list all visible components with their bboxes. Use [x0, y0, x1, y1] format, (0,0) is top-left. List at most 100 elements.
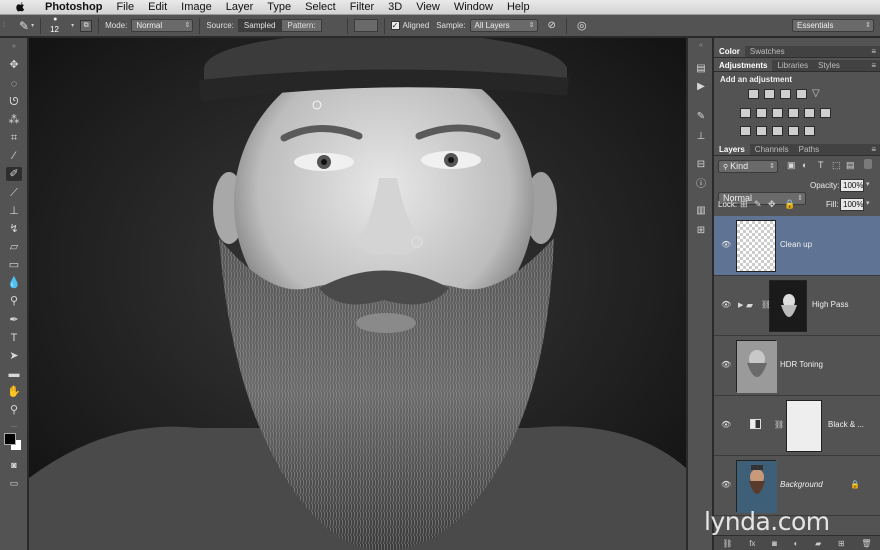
new-group-icon[interactable]: ▰: [815, 539, 821, 548]
crop-tool-icon[interactable]: ⌗: [6, 131, 22, 145]
opacity-input[interactable]: 100%: [840, 179, 864, 192]
quick-select-tool-icon[interactable]: ⁂: [6, 113, 22, 127]
move-tool-icon[interactable]: ✥: [6, 58, 22, 72]
layer-name[interactable]: HDR Toning: [780, 360, 823, 369]
color-lookup-icon[interactable]: [820, 108, 831, 118]
layer-row-hdr-toning[interactable]: 👁 HDR Toning: [714, 336, 880, 396]
panel-menu-icon[interactable]: ≡: [871, 144, 876, 156]
apple-logo-icon[interactable]: [12, 1, 28, 13]
menu-3d[interactable]: 3D: [381, 0, 409, 15]
tab-color[interactable]: Color: [714, 46, 745, 57]
panel-menu-icon[interactable]: ≡: [871, 46, 876, 58]
menu-edit[interactable]: Edit: [141, 0, 174, 15]
filter-adjustment-icon[interactable]: ◐: [802, 160, 807, 170]
brush-tool-icon[interactable]: ⟋: [6, 186, 22, 200]
path-select-tool-icon[interactable]: ➤: [6, 349, 22, 363]
pressure-size-icon[interactable]: ◎: [577, 19, 587, 32]
photo-filter-icon[interactable]: [788, 108, 799, 118]
dock-expand-icon[interactable]: «: [694, 40, 708, 52]
layer-row-high-pass[interactable]: 👁 ▶ ▰ ⛓ High Pass: [714, 276, 880, 336]
menu-view[interactable]: View: [409, 0, 447, 15]
eye-icon[interactable]: 👁: [721, 241, 731, 249]
paragraph-panel-icon[interactable]: ▥: [694, 205, 708, 217]
filter-smart-object-icon[interactable]: ▤: [846, 160, 855, 171]
menu-filter[interactable]: Filter: [343, 0, 381, 15]
mode-dropdown[interactable]: Normal: [131, 19, 194, 32]
tab-styles[interactable]: Styles: [813, 60, 845, 71]
layer-row-black-white[interactable]: 👁 ⛓ Black & ...: [714, 396, 880, 456]
expand-arrow-icon[interactable]: ▶: [738, 301, 743, 309]
vibrance-icon[interactable]: ▽: [812, 89, 823, 99]
character-panel-icon[interactable]: ⊞: [694, 225, 708, 237]
threshold-icon[interactable]: [772, 126, 783, 136]
menu-window[interactable]: Window: [447, 0, 500, 15]
chevron-down-icon[interactable]: ▾: [31, 22, 34, 29]
rectangle-tool-icon[interactable]: ▬: [6, 367, 22, 381]
levels-icon[interactable]: [764, 89, 775, 99]
new-layer-icon[interactable]: ⊞: [838, 539, 845, 548]
type-tool-icon[interactable]: T: [6, 331, 22, 345]
sample-dropdown[interactable]: All Layers: [469, 19, 538, 32]
menu-file[interactable]: File: [109, 0, 141, 15]
dodge-tool-icon[interactable]: ⚲: [6, 294, 22, 308]
tab-channels[interactable]: Channels: [750, 144, 794, 155]
brush-size-picker[interactable]: ● 12: [47, 16, 69, 36]
chevron-down-icon[interactable]: ▾: [866, 199, 870, 207]
tab-paths[interactable]: Paths: [794, 144, 824, 155]
invert-icon[interactable]: [740, 126, 751, 136]
hue-saturation-icon[interactable]: [740, 108, 751, 118]
clone-stamp-preset-icon[interactable]: ✎: [19, 19, 29, 33]
layer-filter-dropdown[interactable]: ⚲ Kind: [718, 160, 778, 173]
fill-input[interactable]: 100%: [840, 198, 864, 211]
marquee-tool-icon[interactable]: ◌: [6, 77, 22, 91]
screen-mode-icon[interactable]: ▭: [6, 476, 22, 490]
tab-libraries[interactable]: Libraries: [772, 60, 813, 71]
layer-name[interactable]: Background: [780, 480, 823, 489]
chevron-down-icon[interactable]: ▾: [71, 22, 74, 29]
ignore-adjustment-layers-icon[interactable]: ⊘: [548, 20, 556, 31]
more-tools-icon[interactable]: ···: [6, 420, 22, 434]
actions-panel-icon[interactable]: ▶: [694, 81, 708, 93]
eye-icon[interactable]: 👁: [721, 421, 731, 429]
channel-mixer-icon[interactable]: [804, 108, 815, 118]
new-adjustment-icon[interactable]: ◐: [794, 539, 799, 548]
workspace-dropdown[interactable]: Essentials: [792, 19, 874, 32]
menu-image[interactable]: Image: [174, 0, 219, 15]
add-mask-icon[interactable]: ◙: [772, 539, 777, 548]
layer-name[interactable]: High Pass: [812, 300, 848, 309]
document-canvas[interactable]: [29, 38, 686, 550]
color-balance-icon[interactable]: [756, 108, 767, 118]
lock-transparent-icon[interactable]: ⊞: [740, 199, 748, 210]
eyedropper-tool-icon[interactable]: ⁄: [6, 149, 22, 163]
gradient-tool-icon[interactable]: ▭: [6, 258, 22, 272]
gradient-map-icon[interactable]: [788, 126, 799, 136]
eraser-tool-icon[interactable]: ▱: [6, 240, 22, 254]
hand-tool-icon[interactable]: ✋: [6, 385, 22, 399]
layer-name[interactable]: Clean up: [780, 240, 812, 249]
posterize-icon[interactable]: [756, 126, 767, 136]
spot-healing-tool-icon[interactable]: ✐: [6, 167, 22, 181]
pattern-picker[interactable]: [353, 19, 378, 32]
blur-tool-icon[interactable]: 💧: [6, 276, 22, 290]
lock-pixels-icon[interactable]: ✎: [754, 199, 762, 210]
pen-tool-icon[interactable]: ✒: [6, 313, 22, 327]
curves-icon[interactable]: [780, 89, 791, 99]
filter-type-icon[interactable]: T: [818, 160, 824, 170]
black-white-icon[interactable]: [772, 108, 783, 118]
link-layers-icon[interactable]: ⛓: [722, 539, 732, 548]
clone-source-panel-icon[interactable]: ⧉: [80, 19, 93, 32]
clone-stamp-tool-icon[interactable]: ⊥: [6, 204, 22, 218]
tab-adjustments[interactable]: Adjustments: [714, 60, 773, 71]
selective-color-icon[interactable]: [804, 126, 815, 136]
layer-style-icon[interactable]: fx: [749, 539, 755, 548]
quick-mask-icon[interactable]: ◙: [6, 458, 22, 472]
tab-swatches[interactable]: Swatches: [745, 46, 790, 57]
tab-layers[interactable]: Layers: [714, 144, 750, 155]
filter-pixel-icon[interactable]: ▣: [787, 160, 796, 171]
properties-panel-icon[interactable]: ⊟: [694, 159, 708, 171]
trash-icon[interactable]: 🗑: [861, 539, 871, 548]
menu-select[interactable]: Select: [298, 0, 343, 15]
brightness-contrast-icon[interactable]: [748, 89, 759, 99]
eye-icon[interactable]: 👁: [721, 301, 731, 309]
brush-presets-panel-icon[interactable]: ✎: [694, 111, 708, 123]
